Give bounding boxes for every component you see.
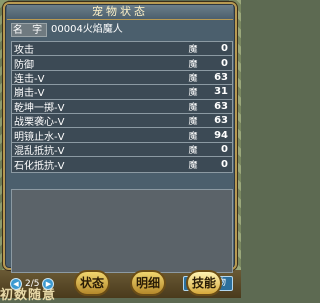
mana-cost: 0: [221, 143, 228, 155]
tab-status[interactable]: 状态: [74, 270, 110, 296]
mana-cost: 63: [214, 115, 228, 127]
mana-cost: 0: [221, 158, 228, 170]
skill-name: 战栗袭心-V: [14, 117, 65, 129]
left-arrow-icon[interactable]: ◀: [10, 278, 22, 290]
mana-cost: 63: [214, 100, 228, 112]
page-indicator: 2/5: [25, 279, 40, 289]
page-navigator: ◀ 2/5 ▶: [10, 277, 55, 291]
skill-name: 连击-V: [14, 73, 45, 85]
mana-label: 魔: [188, 59, 198, 70]
skill-row[interactable]: 攻击 魔 0: [12, 42, 232, 57]
skill-name: 明镜止水-V: [14, 131, 65, 143]
mana-cost: 0: [221, 57, 228, 69]
skill-description-box: [11, 189, 233, 273]
pet-name-value: 00004火焰魔人: [51, 24, 123, 35]
skill-name: 混乱抵抗-V: [14, 145, 65, 157]
skill-row[interactable]: 连击-V 魔 63: [12, 71, 232, 86]
right-arrow-icon[interactable]: ▶: [42, 278, 55, 290]
skill-row[interactable]: 石化抵抗-V 魔 0: [12, 157, 232, 172]
mana-cost: 94: [214, 129, 228, 141]
mana-label: 魔: [188, 117, 198, 128]
skill-list: 攻击 魔 0 防御 魔 0 连击-V 魔 63 崩击-V 魔 31 乾坤一掷-V…: [11, 41, 233, 173]
skill-row[interactable]: 明镜止水-V 魔 94: [12, 128, 232, 143]
skill-name: 崩击-V: [14, 88, 45, 100]
mana-label: 魔: [188, 45, 198, 56]
pet-status-window: 宠物状态 名 字 00004火焰魔人 攻击 魔 0 防御 魔 0 连击-V 魔 …: [3, 2, 237, 273]
mana-cost: 63: [214, 71, 228, 83]
pet-name-label: 名 字: [11, 23, 47, 37]
skill-row[interactable]: 防御 魔 0: [12, 56, 232, 71]
skill-name: 石化抵抗-V: [14, 160, 65, 172]
mana-label: 魔: [188, 145, 198, 156]
tab-detail[interactable]: 明细: [130, 270, 166, 296]
tab-skills[interactable]: 技能: [186, 270, 222, 296]
skill-row[interactable]: 乾坤一掷-V 魔 63: [12, 100, 232, 114]
window-title: 宠物状态: [7, 5, 233, 20]
skill-name: 防御: [14, 59, 34, 71]
mana-label: 魔: [188, 131, 198, 142]
skill-name: 攻击: [14, 45, 34, 57]
skill-name: 乾坤一掷-V: [14, 102, 65, 114]
mana-label: 魔: [188, 88, 198, 99]
mana-label: 魔: [188, 160, 198, 171]
pet-name-row: 名 字 00004火焰魔人: [11, 23, 233, 37]
mana-cost: 0: [221, 43, 228, 55]
skill-row[interactable]: 战栗袭心-V 魔 63: [12, 114, 232, 129]
mana-label: 魔: [188, 102, 198, 113]
skill-row[interactable]: 崩击-V 魔 31: [12, 85, 232, 100]
mana-cost: 31: [214, 86, 228, 98]
mana-label: 魔: [188, 73, 198, 84]
skill-row[interactable]: 混乱抵抗-V 魔 0: [12, 143, 232, 158]
